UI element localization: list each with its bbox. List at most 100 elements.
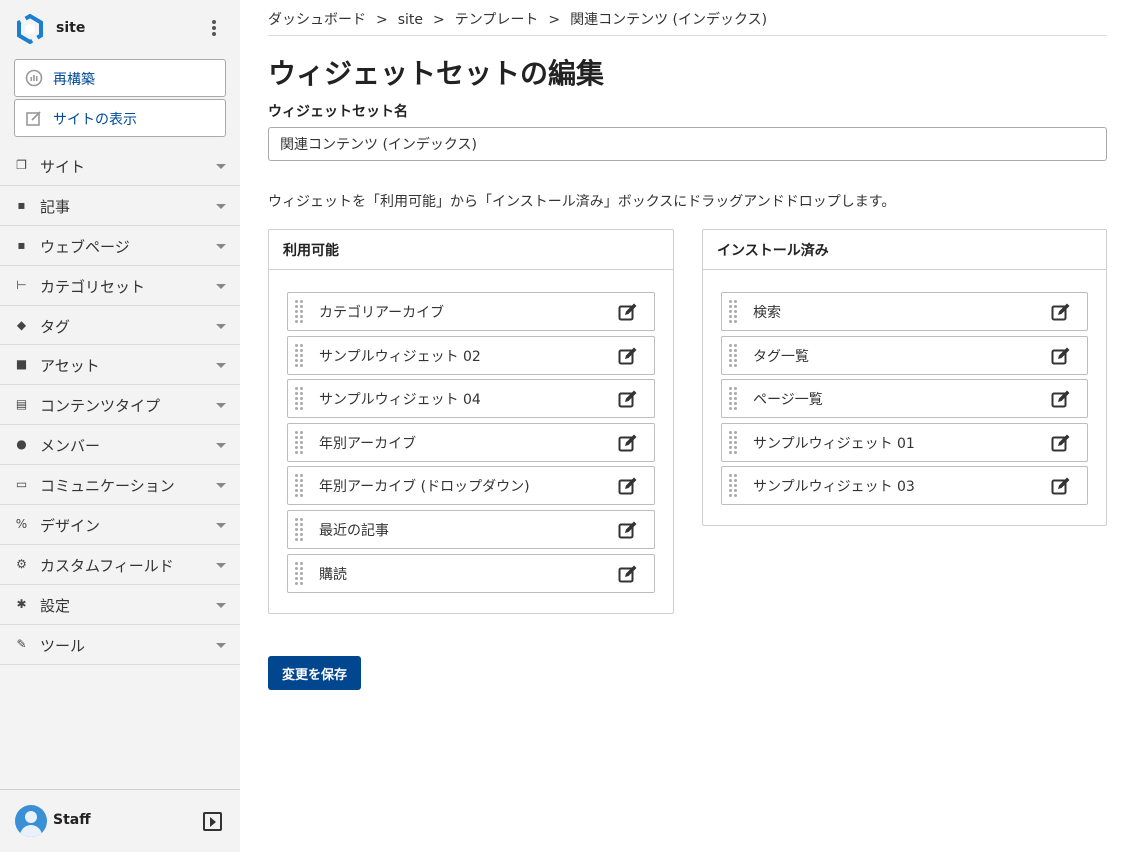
sidebar-item-label: デザイン <box>40 517 101 536</box>
sidebar-item-pages[interactable]: ▪ ウェブページ <box>0 226 240 266</box>
chevron-down-icon <box>216 443 226 449</box>
chevron-down-icon <box>216 363 226 369</box>
widget-item[interactable]: タグ一覧 <box>721 335 1088 375</box>
drag-handle-icon[interactable] <box>729 387 739 411</box>
sidebar-item-label: メンバー <box>40 437 101 456</box>
chevron-down-icon <box>216 283 226 289</box>
sidebar-item-label: アセット <box>40 357 100 376</box>
chevron-down-icon <box>216 243 226 249</box>
save-changes-button[interactable]: 変更を保存 <box>268 656 361 690</box>
breadcrumb-separator: > <box>433 12 445 28</box>
widget-item[interactable]: 年別アーカイブ <box>287 422 655 462</box>
edit-icon[interactable] <box>1051 433 1071 453</box>
widget-label: カテゴリアーカイブ <box>319 305 445 321</box>
widget-item[interactable]: 年別アーカイブ (ドロップダウン) <box>287 466 655 506</box>
widget-label: サンプルウィジェット 01 <box>753 435 915 452</box>
chevron-down-icon <box>216 403 226 409</box>
view-site-label: サイトの表示 <box>53 112 137 128</box>
page-title: ウィジェットセットの編集 <box>268 57 605 90</box>
edit-icon[interactable] <box>618 520 638 540</box>
drag-handle-icon[interactable] <box>729 300 739 324</box>
available-widgets-panel: 利用可能 カテゴリアーカイブ サンプルウィジェット 02 サンプルウィジェット … <box>268 229 674 614</box>
edit-icon[interactable] <box>618 476 638 496</box>
sidebar-item-communication[interactable]: ▭ コミュニケーション <box>0 465 240 506</box>
movable-type-logo-icon[interactable] <box>15 14 45 44</box>
widget-item[interactable]: 購読 <box>287 553 655 593</box>
drag-handle-icon[interactable] <box>295 300 305 324</box>
chevron-down-icon <box>216 523 226 529</box>
drag-handle-icon[interactable] <box>295 474 305 498</box>
sidebar-item-site[interactable]: ❐ サイト <box>0 146 240 186</box>
drag-handle-icon[interactable] <box>729 430 739 455</box>
view-site-button[interactable]: サイトの表示 <box>14 99 226 137</box>
rebuild-icon <box>25 69 43 87</box>
breadcrumb: ダッシュボード > site > テンプレート > 関連コンテンツ (インデックス) <box>268 9 767 29</box>
widget-item[interactable]: サンプルウィジェット 03 <box>721 466 1088 506</box>
installed-widgets-panel: インストール済み 検索 タグ一覧 ページ一覧 サンプルウィジェット 01 サンプ… <box>702 229 1107 526</box>
breadcrumb-dashboard[interactable]: ダッシュボード <box>268 12 366 28</box>
rebuild-button[interactable]: 再構築 <box>14 59 226 97</box>
sidebar-item-label: 設定 <box>40 596 71 615</box>
breadcrumb-current: 関連コンテンツ (インデックス) <box>570 12 768 28</box>
drag-handle-icon[interactable] <box>295 343 305 368</box>
sidebar-item-tags[interactable]: ◆ タグ <box>0 306 240 346</box>
installed-widget-list: 検索 タグ一覧 ページ一覧 サンプルウィジェット 01 サンプルウィジェット 0 <box>703 270 1106 531</box>
edit-icon[interactable] <box>618 564 638 584</box>
edit-icon[interactable] <box>1051 302 1071 322</box>
sidebar-item-members[interactable]: ● メンバー <box>0 425 240 466</box>
sidebar-item-design[interactable]: % デザイン <box>0 505 240 545</box>
sidebar-item-settings[interactable]: ✱ 設定 <box>0 585 240 625</box>
site-name[interactable]: site <box>56 20 85 36</box>
breadcrumb-separator: > <box>376 12 388 28</box>
sidebar-item-tools[interactable]: ✎ ツール <box>0 625 240 665</box>
drag-handle-icon[interactable] <box>295 430 305 455</box>
sidebar: site 再構築 サイトの表示 ❐ サイト ▪ 記事 ▪ ウェブページ ⊢ カテ… <box>0 0 240 852</box>
sidebar-item-label: カスタムフィールド <box>40 556 174 575</box>
edit-icon[interactable] <box>618 389 638 409</box>
breadcrumb-separator: > <box>548 12 561 28</box>
widget-item[interactable]: カテゴリアーカイブ <box>287 292 655 331</box>
sidebar-item-content-types[interactable]: ▤ コンテンツタイプ <box>0 385 240 426</box>
sidebar-item-entries[interactable]: ▪ 記事 <box>0 186 240 226</box>
tag-icon: ◆ <box>16 317 27 332</box>
more-options-icon[interactable] <box>210 20 218 38</box>
user-bar: Staff <box>0 789 240 852</box>
drag-handle-icon[interactable] <box>295 561 305 586</box>
edit-icon[interactable] <box>618 346 638 366</box>
edit-icon[interactable] <box>1051 476 1071 496</box>
edit-icon[interactable] <box>1051 346 1071 366</box>
edit-icon[interactable] <box>618 433 638 453</box>
widget-item[interactable]: サンプルウィジェット 02 <box>287 335 655 375</box>
sidebar-item-label: コンテンツタイプ <box>40 397 161 416</box>
widget-item[interactable]: サンプルウィジェット 04 <box>287 379 655 419</box>
page-icon: ▪ <box>17 237 26 252</box>
sidebar-item-assets[interactable]: ■ アセット <box>0 345 240 386</box>
collapse-sidebar-icon[interactable] <box>203 812 222 831</box>
widget-label: 年別アーカイブ <box>319 435 417 452</box>
drag-handle-icon[interactable] <box>729 343 739 368</box>
widget-item[interactable]: 検索 <box>721 292 1088 331</box>
sidebar-item-custom-fields[interactable]: ⚙ カスタムフィールド <box>0 545 240 585</box>
breadcrumb-site[interactable]: site <box>398 12 423 28</box>
sidebar-item-category-sets[interactable]: ⊢ カテゴリセット <box>0 266 240 306</box>
widget-set-name-input[interactable] <box>268 127 1107 161</box>
drag-handle-icon[interactable] <box>295 517 305 542</box>
sidebar-item-label: サイト <box>40 158 86 176</box>
chevron-down-icon <box>216 642 226 648</box>
widget-item[interactable]: ページ一覧 <box>721 379 1088 419</box>
widget-label: サンプルウィジェット 02 <box>319 348 481 365</box>
comment-icon: ▭ <box>15 477 28 492</box>
avatar[interactable] <box>15 805 47 837</box>
drag-handle-icon[interactable] <box>295 387 305 411</box>
content-type-icon: ▤ <box>15 397 28 412</box>
widget-item[interactable]: 最近の記事 <box>287 509 655 549</box>
panel-title: インストール済み <box>703 230 1106 270</box>
widget-item[interactable]: サンプルウィジェット 01 <box>721 422 1088 462</box>
widget-label: サンプルウィジェット 04 <box>319 392 481 409</box>
drag-handle-icon[interactable] <box>729 474 739 498</box>
breadcrumb-templates[interactable]: テンプレート <box>455 12 539 28</box>
widget-label: ページ一覧 <box>753 392 823 409</box>
edit-icon[interactable] <box>1051 389 1071 409</box>
edit-icon[interactable] <box>618 302 638 322</box>
user-name[interactable]: Staff <box>53 812 91 828</box>
